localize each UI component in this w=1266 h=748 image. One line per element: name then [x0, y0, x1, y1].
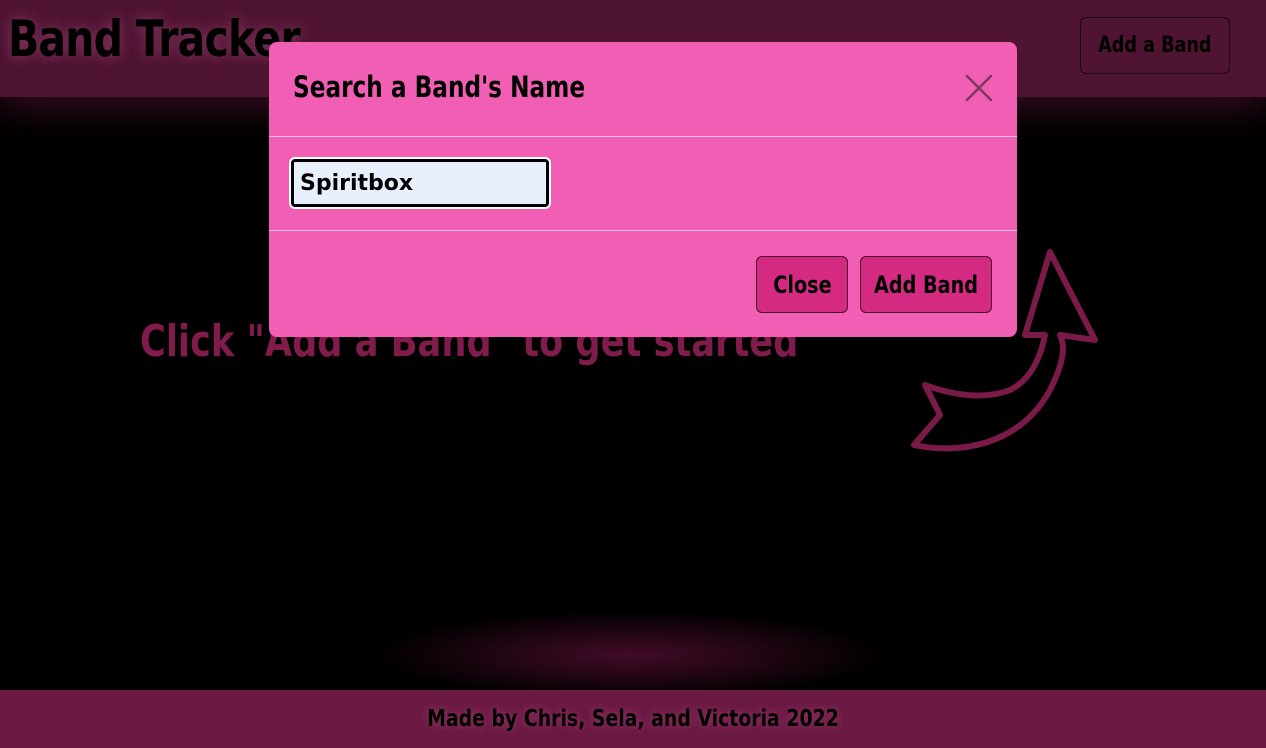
modal-footer: Close Add Band — [269, 231, 1017, 337]
close-button-label: Close — [772, 270, 832, 299]
add-a-band-button[interactable]: Add a Band — [1080, 17, 1230, 74]
add-band-button-label: Add Band — [873, 270, 979, 299]
brand-title: Band Tracker — [8, 10, 301, 68]
add-band-button[interactable]: Add Band — [860, 256, 992, 313]
modal-title: Search a Band's Name — [293, 70, 586, 104]
modal-header: Search a Band's Name — [269, 42, 1017, 137]
page: Band Tracker Add a Band Click "Add a Ban… — [0, 0, 1266, 748]
close-button[interactable]: Close — [756, 256, 848, 313]
close-icon[interactable] — [963, 72, 995, 104]
search-band-modal: Search a Band's Name Close Add Band — [269, 42, 1017, 337]
footer-credits: Made by Chris, Sela, and Victoria 2022 — [427, 706, 839, 732]
band-search-input[interactable] — [291, 159, 549, 207]
footer-bar: Made by Chris, Sela, and Victoria 2022 — [0, 690, 1266, 748]
footer-glow — [370, 610, 890, 700]
modal-body — [269, 137, 1017, 231]
add-a-band-label: Add a Band — [1098, 33, 1212, 58]
